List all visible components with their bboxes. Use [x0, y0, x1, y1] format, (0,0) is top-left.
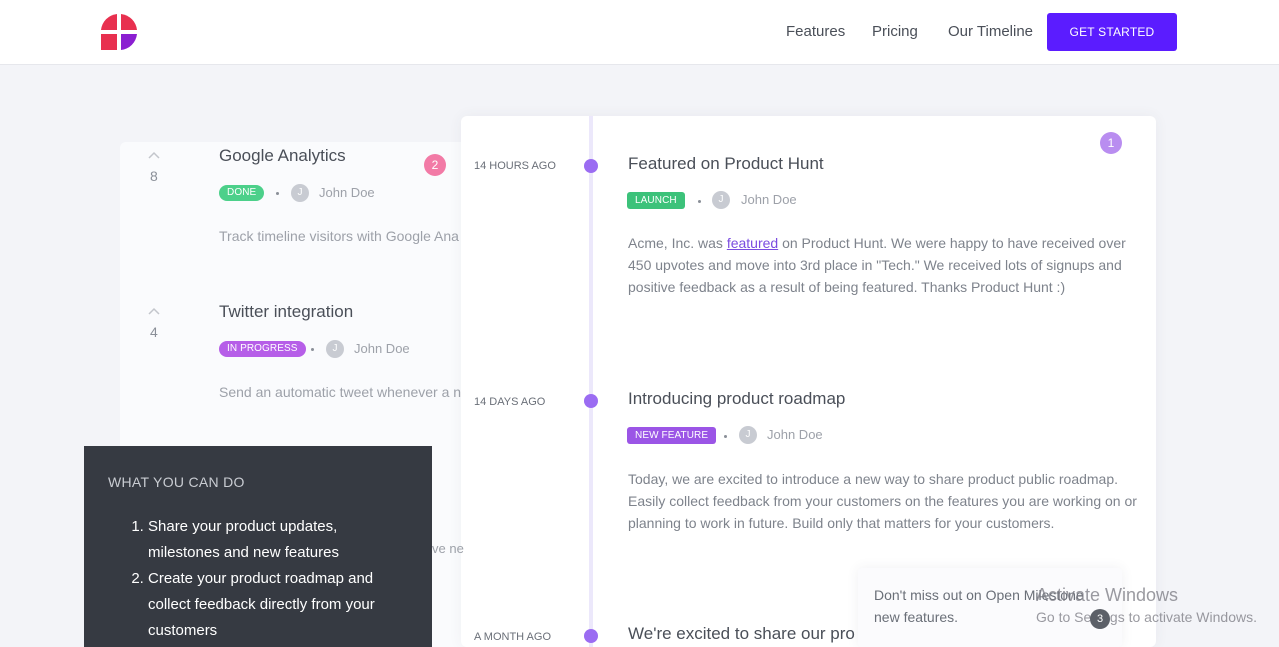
- timeline-count-badge: 1: [1100, 132, 1122, 154]
- vote-count: 4: [150, 324, 158, 340]
- timeline-entry-description: Acme, Inc. was featured on Product Hunt.…: [628, 232, 1140, 298]
- separator-dot: [311, 348, 314, 351]
- roadmap-item-title[interactable]: Twitter integration: [219, 302, 353, 322]
- avatar: J: [712, 191, 730, 209]
- featured-link[interactable]: featured: [727, 235, 778, 251]
- status-badge: DONE: [219, 185, 265, 201]
- upvote-icon[interactable]: [148, 151, 160, 159]
- roadmap-item-description: Send an automatic tweet whenever a n: [219, 384, 462, 400]
- tag-badge: NEW FEATURE: [627, 427, 717, 444]
- nav-link-features[interactable]: Features: [786, 23, 845, 40]
- roadmap-item: 4 Twitter integration IN PROGRESS J John…: [120, 298, 480, 428]
- roadmap-item: 8 Google Analytics DONE J John Doe Track…: [120, 142, 480, 272]
- author-name: John Doe: [767, 427, 823, 442]
- panel-heading: WHAT YOU CAN DO: [108, 474, 245, 490]
- brand-logo-icon[interactable]: [100, 13, 138, 51]
- feature-list: Share your product updates, milestones a…: [108, 514, 408, 644]
- timeline-time: A MONTH AGO: [474, 631, 552, 643]
- list-item: Share your product updates, milestones a…: [148, 514, 408, 566]
- avatar: J: [739, 426, 757, 444]
- avatar: J: [326, 340, 344, 358]
- tag-badge: LAUNCH: [627, 192, 685, 209]
- status-badge: IN PROGRESS: [219, 341, 306, 357]
- author-name: John Doe: [354, 341, 410, 356]
- author-name: John Doe: [319, 185, 375, 200]
- upvote-icon[interactable]: [148, 307, 160, 315]
- timeline-entry-title[interactable]: Featured on Product Hunt: [628, 154, 824, 174]
- subscribe-popup[interactable]: Don't miss out on Open Milestone new fea…: [858, 568, 1122, 647]
- timeline-dot: [584, 394, 598, 408]
- nav-link-our-timeline[interactable]: Our Timeline: [948, 23, 1033, 40]
- timeline-entry-description: Today, we are excited to introduce a new…: [628, 471, 1137, 531]
- timeline-rail: [589, 116, 593, 647]
- timeline-entry-title[interactable]: We're excited to share our pro: [628, 624, 855, 644]
- description-text: Acme, Inc. was: [628, 235, 727, 251]
- avatar: J: [291, 184, 309, 202]
- timeline-dot: [584, 159, 598, 173]
- author-name: John Doe: [741, 192, 797, 207]
- roadmap-hidden-text: ve ne: [432, 541, 464, 556]
- roadmap-item-title[interactable]: Google Analytics: [219, 146, 346, 166]
- nav-link-pricing[interactable]: Pricing: [872, 23, 918, 40]
- activate-windows-title: Activate Windows: [1036, 585, 1179, 605]
- separator-dot: [276, 192, 279, 195]
- separator-dot: [698, 200, 701, 203]
- get-started-button[interactable]: GET STARTED: [1047, 13, 1177, 51]
- what-you-can-do-panel: WHAT YOU CAN DO Share your product updat…: [84, 446, 432, 647]
- timeline-time: 14 DAYS AGO: [474, 396, 546, 408]
- list-item: Create your product roadmap and collect …: [148, 566, 408, 644]
- timeline-entry-title[interactable]: Introducing product roadmap: [628, 389, 845, 409]
- top-navbar: Features Pricing Our Timeline GET STARTE…: [0, 0, 1279, 65]
- timeline-dot: [584, 629, 598, 643]
- roadmap-item-description: Track timeline visitors with Google Ana: [219, 228, 459, 244]
- vote-count: 8: [150, 168, 158, 184]
- timeline-time: 14 HOURS AGO: [474, 160, 556, 172]
- unread-count-badge[interactable]: 3: [1090, 609, 1110, 629]
- activate-windows-subtitle: Go to Settings to activate Windows.: [1036, 609, 1257, 625]
- separator-dot: [724, 435, 727, 438]
